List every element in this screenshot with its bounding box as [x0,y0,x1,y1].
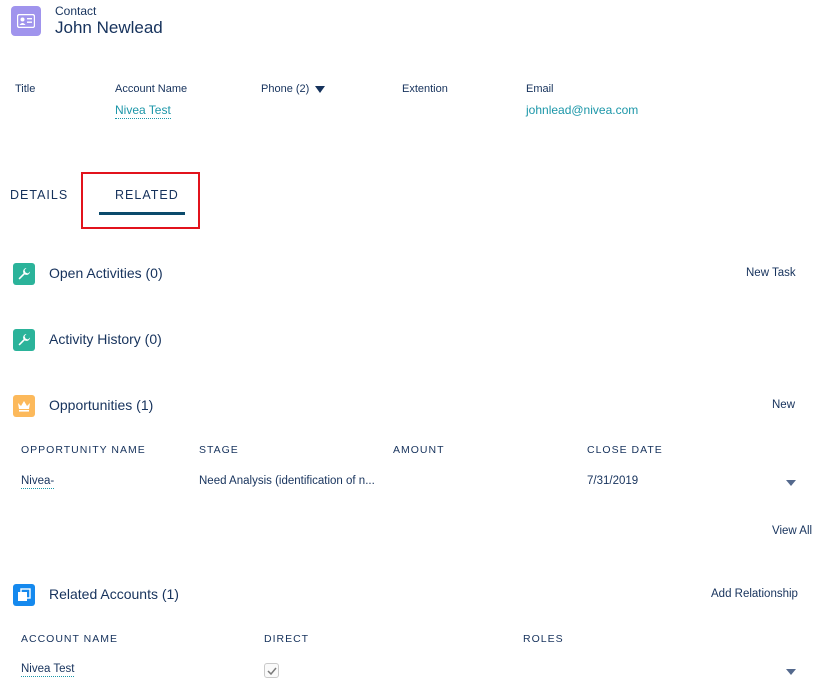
phone-field[interactable]: Phone (2) [261,83,326,95]
view-all-link[interactable]: View All [772,525,812,537]
direct-checkbox-icon [264,663,279,678]
extension-label: Extention [402,83,448,95]
column-header-account-name: ACCOUNT NAME [21,633,118,645]
email-link[interactable]: johnlead@nivea.com [526,103,638,117]
record-name: John Newlead [55,18,163,37]
open-activities-title[interactable]: Open Activities (0) [49,265,163,281]
contact-card-icon [11,6,41,36]
tab-details[interactable]: DETAILS [10,188,68,202]
column-header-stage: STAGE [199,444,239,456]
opportunity-name-link[interactable]: Nivea- [21,475,55,489]
crown-icon [13,395,35,417]
column-header-roles: ROLES [523,633,564,645]
new-opportunity-button[interactable]: New [772,399,795,411]
phone-label: Phone (2) [261,83,310,95]
column-header-amount: AMOUNT [393,444,445,456]
account-name-link[interactable]: Nivea Test [115,103,171,119]
phone-dropdown-icon[interactable] [315,85,326,93]
object-label: Contact [55,4,97,18]
related-accounts-icon [13,584,35,606]
row-actions-dropdown-icon[interactable] [786,669,796,675]
row-actions-dropdown-icon[interactable] [786,480,796,486]
account-name-link[interactable]: Nivea Test [21,663,75,677]
add-relationship-button[interactable]: Add Relationship [711,588,798,600]
opportunity-close-date: 7/31/2019 [587,475,639,487]
tab-related-underline [99,212,185,215]
column-header-direct: DIRECT [264,633,310,645]
opportunities-title[interactable]: Opportunities (1) [49,397,153,413]
activity-history-title[interactable]: Activity History (0) [49,331,162,347]
related-accounts-title[interactable]: Related Accounts (1) [49,586,179,602]
opportunity-stage: Need Analysis (identification of n... [199,475,375,487]
wrench-icon [13,263,35,285]
new-task-button[interactable]: New Task [746,267,796,279]
tab-related[interactable]: RELATED [115,188,179,202]
account-name-label: Account Name [115,83,188,95]
column-header-close-date: CLOSE DATE [587,444,663,456]
wrench-icon [13,329,35,351]
column-header-opportunity-name: OPPORTUNITY NAME [21,444,146,456]
title-label: Title [15,83,36,95]
email-label: Email [526,83,554,95]
